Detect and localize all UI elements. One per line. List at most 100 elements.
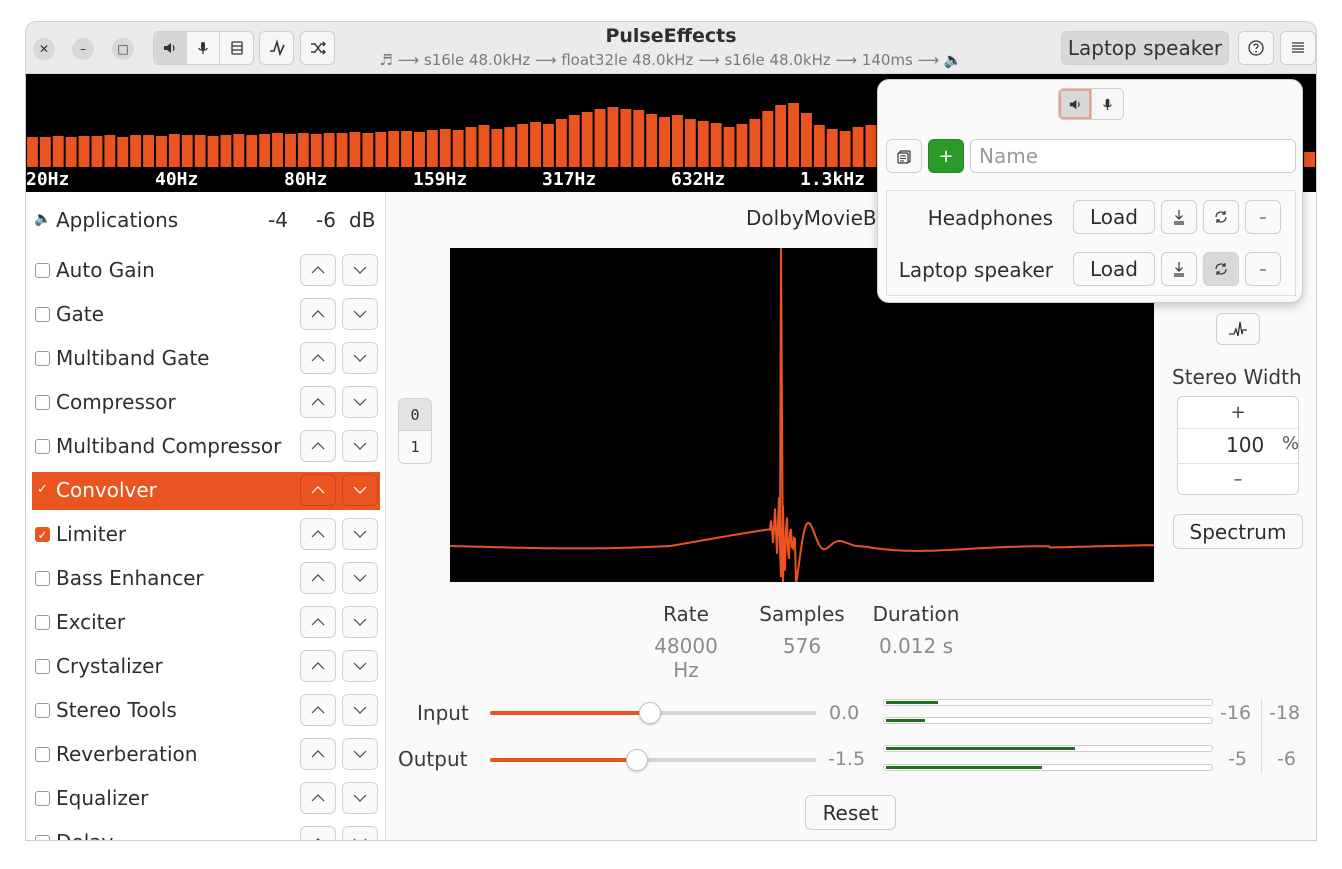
plugin-enable-checkbox[interactable]: [35, 791, 50, 806]
move-up-button[interactable]: [300, 826, 336, 840]
move-up-button[interactable]: [300, 606, 336, 638]
plugin-row-crystalizer[interactable]: Crystalizer: [32, 648, 380, 686]
move-down-button[interactable]: [342, 738, 378, 770]
move-down-button[interactable]: [342, 518, 378, 550]
plugin-enable-checkbox[interactable]: [35, 307, 50, 322]
irs-spectrum-toggle[interactable]: [1216, 313, 1260, 345]
remove-laptop-speaker-button[interactable]: –: [1245, 252, 1281, 286]
spectrum-bar: [375, 132, 387, 167]
plugin-enable-checkbox[interactable]: ✓: [35, 482, 50, 497]
load-laptop-speaker-button[interactable]: Load: [1073, 252, 1155, 286]
preset-name-input[interactable]: Name: [970, 139, 1296, 173]
plugin-enable-checkbox[interactable]: [35, 351, 50, 366]
input-gain-slider[interactable]: [490, 702, 816, 724]
main-menu-button[interactable]: [1280, 31, 1316, 65]
frequency-label: 632Hz: [671, 169, 726, 190]
move-down-button[interactable]: [342, 826, 378, 840]
move-down-button[interactable]: [342, 342, 378, 374]
plugin-name: Bass Enhancer: [56, 566, 204, 590]
move-down-button[interactable]: [342, 606, 378, 638]
move-down-button[interactable]: [342, 782, 378, 814]
save-headphones-button[interactable]: [1161, 200, 1197, 234]
spectrum-bar: [749, 119, 761, 167]
move-down-button[interactable]: [342, 474, 378, 506]
move-up-button[interactable]: [300, 650, 336, 682]
move-up-button[interactable]: [300, 342, 336, 374]
plugin-enable-checkbox[interactable]: [35, 571, 50, 586]
move-down-button[interactable]: [342, 694, 378, 726]
plugin-row-reverberation[interactable]: Reverberation: [32, 736, 380, 774]
applications-row[interactable]: 🔈 Applications -4 -6 dB: [32, 208, 382, 238]
plugin-enable-checkbox[interactable]: [35, 835, 50, 840]
plugin-enable-checkbox[interactable]: [35, 395, 50, 410]
plugin-row-convolver[interactable]: ✓ Convolver: [32, 472, 380, 510]
move-down-button[interactable]: [342, 298, 378, 330]
spectrum-bar: [762, 111, 774, 167]
plugin-enable-checkbox[interactable]: [35, 263, 50, 278]
plugin-row-stereo-tools[interactable]: Stereo Tools: [32, 692, 380, 730]
reset-button[interactable]: Reset: [805, 795, 896, 830]
stereo-width-spinner[interactable]: + 100 % –: [1177, 396, 1299, 495]
plugin-row-limiter[interactable]: ✓ Limiter: [32, 516, 380, 554]
chevron-up-icon: [311, 662, 325, 670]
move-up-button[interactable]: [300, 386, 336, 418]
move-up-button[interactable]: [300, 298, 336, 330]
plugin-enable-checkbox[interactable]: [35, 439, 50, 454]
move-down-button[interactable]: [342, 254, 378, 286]
spectrum-bar: [555, 119, 567, 167]
move-down-button[interactable]: [342, 386, 378, 418]
output-gain-knob[interactable]: [625, 749, 648, 771]
plugin-row-auto-gain[interactable]: Auto Gain: [32, 252, 380, 290]
plugin-enable-checkbox[interactable]: [35, 747, 50, 762]
import-preset-button[interactable]: [886, 139, 922, 173]
plugin-row-gate[interactable]: Gate: [32, 296, 380, 334]
channel-0-button[interactable]: 0: [399, 399, 431, 431]
output-presets-button[interactable]: [1059, 89, 1091, 119]
chevron-down-icon: [353, 530, 367, 538]
spectrum-bar: [117, 137, 129, 167]
move-up-button[interactable]: [300, 474, 336, 506]
move-down-button[interactable]: [342, 562, 378, 594]
plugin-enable-checkbox[interactable]: [35, 703, 50, 718]
plugin-row-delay[interactable]: Delay: [32, 824, 380, 840]
presets-menu-button[interactable]: Laptop speaker: [1061, 31, 1229, 65]
channel-1-button[interactable]: 1: [399, 431, 431, 463]
input-presets-button[interactable]: [1091, 89, 1123, 119]
autoload-headphones-button[interactable]: [1203, 200, 1239, 234]
spectrum-bar: [517, 124, 529, 167]
plugin-name: Crystalizer: [56, 654, 163, 678]
plugin-enable-checkbox[interactable]: [35, 659, 50, 674]
add-preset-button[interactable]: +: [928, 139, 964, 173]
move-up-button[interactable]: [300, 738, 336, 770]
load-headphones-button[interactable]: Load: [1073, 200, 1155, 234]
move-up-button[interactable]: [300, 518, 336, 550]
autoload-laptop-speaker-button[interactable]: [1203, 252, 1239, 286]
plugin-row-multiband-compressor[interactable]: Multiband Compressor: [32, 428, 380, 466]
output-gain-slider[interactable]: [490, 749, 816, 771]
move-up-button[interactable]: [300, 562, 336, 594]
plugin-row-multiband-gate[interactable]: Multiband Gate: [32, 340, 380, 378]
move-up-button[interactable]: [300, 782, 336, 814]
move-up-button[interactable]: [300, 694, 336, 726]
stereo-width-value[interactable]: 100: [1226, 433, 1264, 457]
plugin-enable-checkbox[interactable]: [35, 615, 50, 630]
move-up-button[interactable]: [300, 430, 336, 462]
input-gain-knob[interactable]: [638, 702, 661, 724]
decrease-button[interactable]: –: [1178, 463, 1298, 495]
spectrum-bar: [336, 133, 348, 167]
spectrum-bar: [285, 134, 296, 167]
plugin-row-equalizer[interactable]: Equalizer: [32, 780, 380, 818]
remove-headphones-button[interactable]: –: [1245, 200, 1281, 234]
plugin-enable-checkbox[interactable]: ✓: [35, 527, 50, 542]
move-down-button[interactable]: [342, 430, 378, 462]
move-up-button[interactable]: [300, 254, 336, 286]
increase-button[interactable]: +: [1178, 397, 1298, 429]
plugin-row-exciter[interactable]: Exciter: [32, 604, 380, 642]
spectrum-button[interactable]: Spectrum: [1173, 514, 1303, 549]
plugin-row-bass-enhancer[interactable]: Bass Enhancer: [32, 560, 380, 598]
plugin-row-compressor[interactable]: Compressor: [32, 384, 380, 422]
spectrum-bar: [504, 127, 516, 167]
save-laptop-speaker-button[interactable]: [1161, 252, 1197, 286]
help-button[interactable]: [1238, 31, 1274, 65]
move-down-button[interactable]: [342, 650, 378, 682]
